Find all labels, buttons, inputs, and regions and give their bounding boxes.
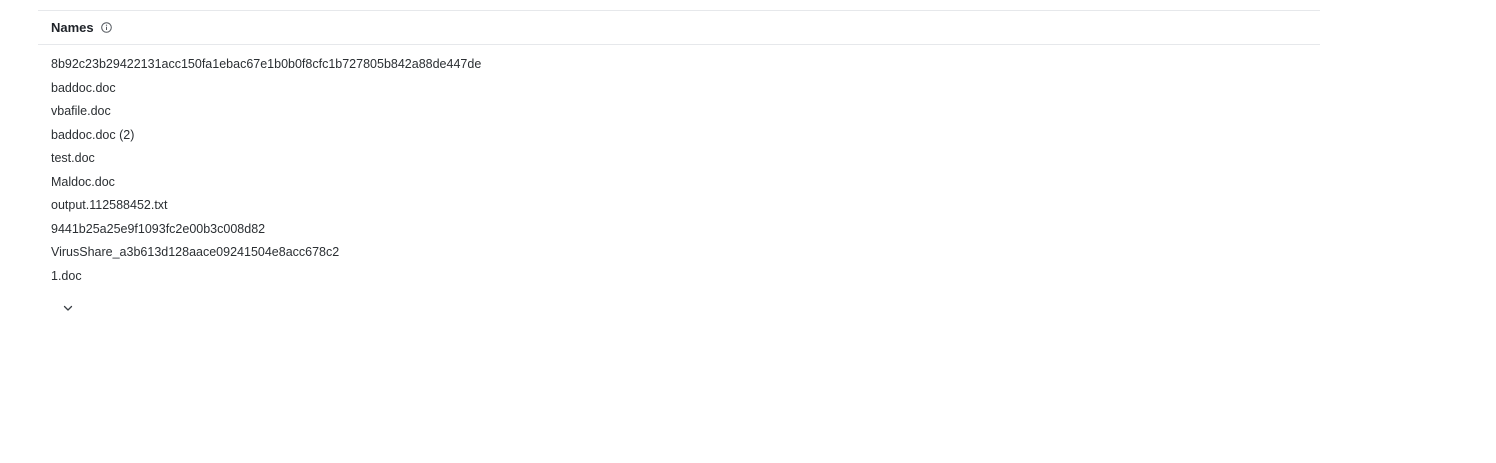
list-item: 1.doc [51,268,82,283]
list-item: Maldoc.doc [51,174,115,189]
list-item: 8b92c23b29422131acc150fa1ebac67e1b0b0f8c… [51,57,482,71]
list-item: baddoc.doc [51,80,116,95]
names-list: 8b92c23b29422131acc150fa1ebac67e1b0b0f8c… [38,45,1320,288]
chevron-down-icon [62,301,74,319]
list-item: test.doc [51,151,95,165]
list-item: VirusShare_a3b613d128aace09241504e8acc67… [51,245,340,259]
names-panel: Names 8b92c23b29422131acc150fa1ebac67e1b… [38,10,1320,288]
names-title: Names [51,20,94,35]
expand-names-button[interactable] [60,302,76,318]
info-icon[interactable] [100,22,112,33]
list-item: 9441b25a25e9f1093fc2e00b3c008d82 [51,221,266,236]
list-item: vbafile.doc [51,104,111,118]
names-header: Names [38,11,1320,45]
list-item: baddoc.doc (2) [51,127,135,142]
list-item: output.112588452.txt [51,198,168,212]
